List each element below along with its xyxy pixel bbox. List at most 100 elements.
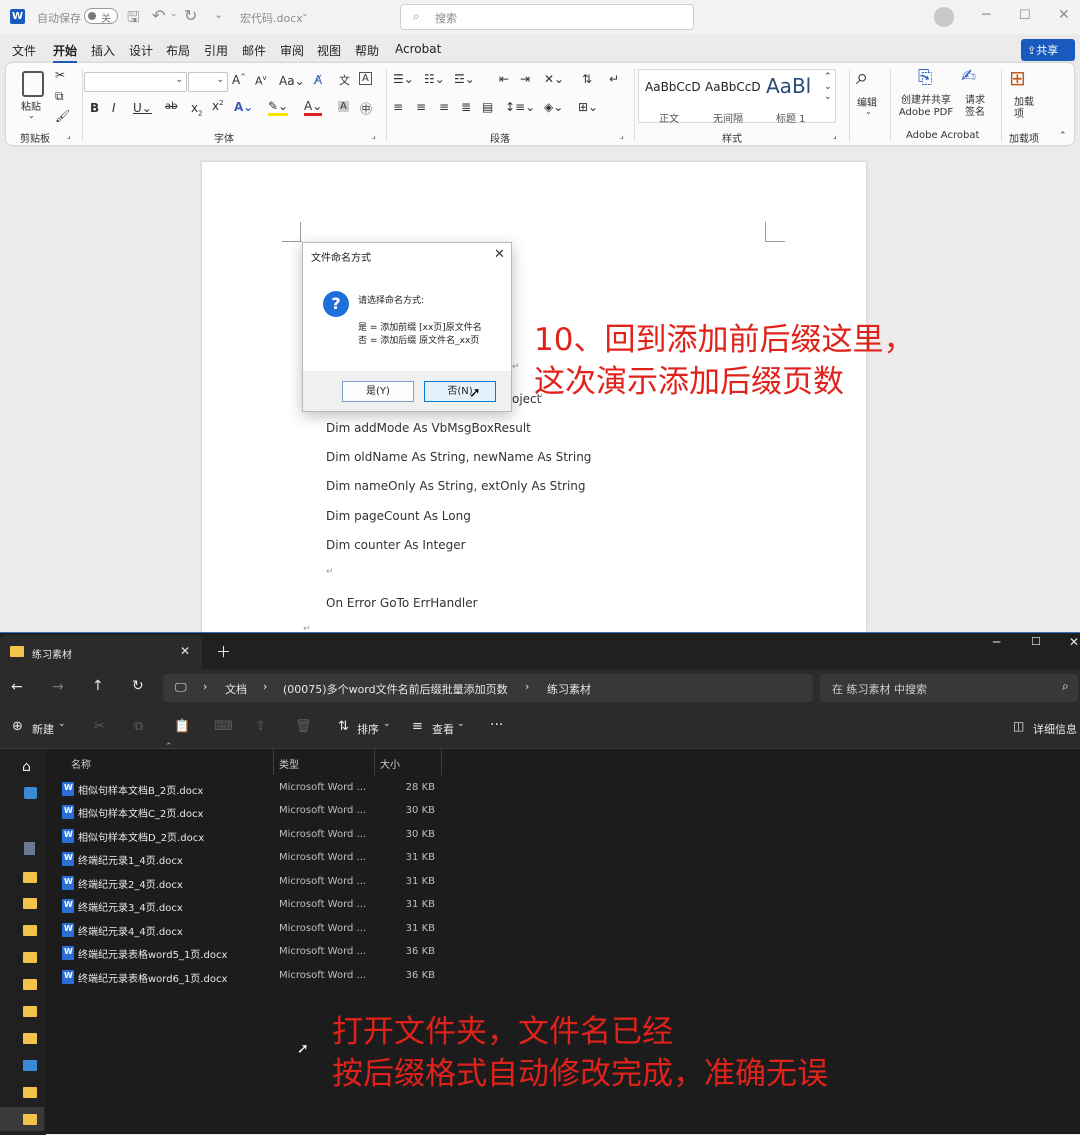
sort-icon[interactable]: ⇅ — [338, 719, 349, 734]
decrease-indent-icon[interactable]: ⇤ — [499, 72, 509, 86]
view-icon[interactable]: ≡ — [412, 719, 423, 734]
code-line[interactable]: Dim pageCount As Long — [326, 509, 471, 523]
bold-icon[interactable]: B — [90, 101, 99, 115]
column-header-size[interactable]: 大小 — [380, 756, 400, 771]
sort-dropdown-icon[interactable]: ⌄ — [383, 719, 391, 729]
font-name-select[interactable]: ⌄ — [84, 72, 187, 92]
copy-icon[interactable]: ⧉ — [134, 719, 143, 734]
style-normal-preview[interactable]: AaBbCcD — [645, 80, 701, 94]
change-case-icon[interactable]: Aa⌄ — [279, 74, 305, 88]
tab-references[interactable]: 引用 — [204, 42, 228, 59]
folder-icon[interactable] — [23, 1060, 37, 1071]
back-icon[interactable]: ← — [11, 679, 23, 695]
highlight-icon[interactable]: ✎⌄ — [268, 99, 289, 116]
explorer-search-box[interactable]: 在 练习素材 中搜索 ⌕ — [820, 674, 1078, 702]
refresh-icon[interactable]: ↻ — [132, 678, 144, 694]
paragraph-launcher-icon[interactable]: ⌟ — [620, 131, 624, 140]
phonetic-guide-icon[interactable]: 文 — [339, 72, 350, 88]
superscript-icon[interactable]: x2 — [212, 99, 224, 113]
breadcrumb-item[interactable]: 文档 — [225, 681, 247, 697]
grow-font-icon[interactable]: A^ — [232, 73, 246, 87]
tab-review[interactable]: 审阅 — [280, 42, 304, 59]
column-header-type[interactable]: 类型 — [279, 756, 299, 771]
view-dropdown-icon[interactable]: ⌄ — [457, 719, 465, 729]
account-avatar[interactable] — [934, 7, 954, 27]
clear-format-icon[interactable]: A̸ — [314, 73, 322, 87]
nav-selected-item[interactable] — [0, 1107, 44, 1131]
close-icon[interactable]: ✕ — [1058, 7, 1070, 23]
maximize-icon[interactable]: ☐ — [1031, 635, 1041, 648]
gallery-icon[interactable] — [24, 787, 37, 799]
increase-indent-icon[interactable]: ⇥ — [520, 72, 530, 86]
folder-icon[interactable] — [23, 925, 37, 936]
create-pdf-label[interactable]: 创建并共享 Adobe PDF — [896, 95, 956, 119]
show-marks-icon[interactable]: ↵ — [609, 72, 619, 86]
minimize-icon[interactable]: ─ — [993, 635, 1000, 649]
yes-button[interactable]: 是(Y) — [342, 381, 414, 402]
edit-dropdown-icon[interactable]: ⌄ — [865, 107, 872, 116]
tab-mailings[interactable]: 邮件 — [242, 42, 266, 59]
new-dropdown-icon[interactable]: ⌄ — [58, 719, 66, 729]
create-pdf-icon[interactable]: ⎘ — [918, 67, 932, 88]
styles-gallery[interactable]: AaBbCcD 正文 AaBbCcD 无间隔 AaBl 标题 1 ⌃ ⌄ ⌄ — [638, 69, 836, 125]
sort-button[interactable]: 排序 — [357, 721, 379, 737]
paste-icon[interactable]: 📋 — [174, 719, 190, 734]
tab-help[interactable]: 帮助 — [355, 42, 379, 59]
request-sign-label[interactable]: 请求签名 — [963, 95, 987, 119]
customize-qat-icon[interactable]: ⌄ — [214, 8, 223, 21]
paste-dropdown-icon[interactable]: ⌄ — [28, 111, 35, 120]
dialog-close-icon[interactable]: ✕ — [494, 247, 505, 262]
align-center-icon[interactable]: ≡ — [416, 100, 426, 114]
collapse-ribbon-icon[interactable]: ⌃ — [1059, 131, 1067, 141]
justify-icon[interactable]: ≣ — [461, 100, 471, 114]
char-border-icon[interactable]: A — [359, 72, 372, 85]
tab-view[interactable]: 视图 — [317, 42, 341, 59]
tab-file[interactable]: 文件 — [12, 42, 36, 59]
autosave-toggle[interactable]: 关 — [84, 8, 118, 25]
text-effects-icon[interactable]: A⌄ — [234, 100, 253, 114]
tab-close-icon[interactable]: ✕ — [180, 644, 190, 658]
tab-home[interactable]: 开始 — [53, 42, 78, 63]
file-row[interactable]: 相似句样本文档C_2页.docx Microsoft Word ... 30 KB — [60, 802, 450, 822]
folder-icon[interactable] — [23, 1033, 37, 1044]
bullets-icon[interactable]: ☰⌄ — [393, 72, 414, 86]
shrink-font-icon[interactable]: Av — [255, 74, 267, 88]
column-divider[interactable] — [273, 749, 274, 775]
char-shading-icon[interactable]: A — [338, 101, 349, 112]
file-row[interactable]: 终端纪元录1_4页.docx Microsoft Word ... 31 KB — [60, 849, 450, 869]
enclose-char-icon[interactable]: ㊥ — [360, 100, 372, 117]
new-button[interactable]: 新建 — [32, 721, 54, 737]
tab-layout[interactable]: 布局 — [166, 42, 190, 59]
code-line[interactable]: Dim nameOnly As String, extOnly As Strin… — [326, 479, 586, 493]
font-size-select[interactable]: ⌄ — [188, 72, 228, 92]
home-icon[interactable]: ⌂ — [22, 759, 31, 775]
breadcrumb[interactable]: 🖵 › 文档 › (00075)多个word文件名前后缀批量添加页数 › 练习素… — [163, 674, 813, 702]
shading-icon[interactable]: ◈⌄ — [544, 100, 563, 114]
minimize-icon[interactable]: ─ — [982, 7, 990, 23]
code-line[interactable]: Dim counter As Integer — [326, 538, 466, 552]
italic-icon[interactable]: I — [112, 101, 116, 115]
numbering-icon[interactable]: ☷⌄ — [424, 72, 445, 86]
paste-icon[interactable] — [22, 71, 44, 97]
details-button[interactable]: 详细信息 — [1033, 721, 1077, 737]
code-line[interactable]: Dim addMode As VbMsgBoxResult — [326, 421, 531, 435]
cut-icon[interactable]: ✂ — [55, 68, 65, 82]
style-no-spacing-preview[interactable]: AaBbCcD — [705, 80, 761, 94]
up-icon[interactable]: ↑ — [92, 678, 104, 694]
style-heading1-preview[interactable]: AaBl — [766, 74, 811, 98]
share-icon[interactable]: ⇪ — [255, 719, 266, 734]
sort-icon[interactable]: ⇅ — [582, 72, 592, 86]
borders-icon[interactable]: ⊞⌄ — [578, 100, 598, 114]
details-pane-icon[interactable]: ◫ — [1013, 719, 1024, 733]
file-row[interactable]: 相似句样本文档B_2页.docx Microsoft Word ... 28 KB — [60, 779, 450, 799]
code-line[interactable]: Dim oldName As String, newName As String — [326, 450, 591, 464]
font-launcher-icon[interactable]: ⌟ — [372, 131, 376, 140]
folder-icon[interactable] — [23, 872, 37, 883]
align-right-icon[interactable]: ≡ — [439, 100, 449, 114]
tab-acrobat[interactable]: Acrobat — [395, 42, 441, 56]
breadcrumb-item[interactable]: 练习素材 — [547, 681, 591, 697]
styles-scroll-icon[interactable]: ⌃ ⌄ ⌄ — [824, 72, 832, 102]
tab-design[interactable]: 设计 — [129, 42, 153, 59]
chinese-layout-icon[interactable]: ✕⌄ — [544, 72, 564, 86]
file-row[interactable]: 终端纪元录表格word6_1页.docx Microsoft Word ... 36… — [60, 967, 450, 987]
